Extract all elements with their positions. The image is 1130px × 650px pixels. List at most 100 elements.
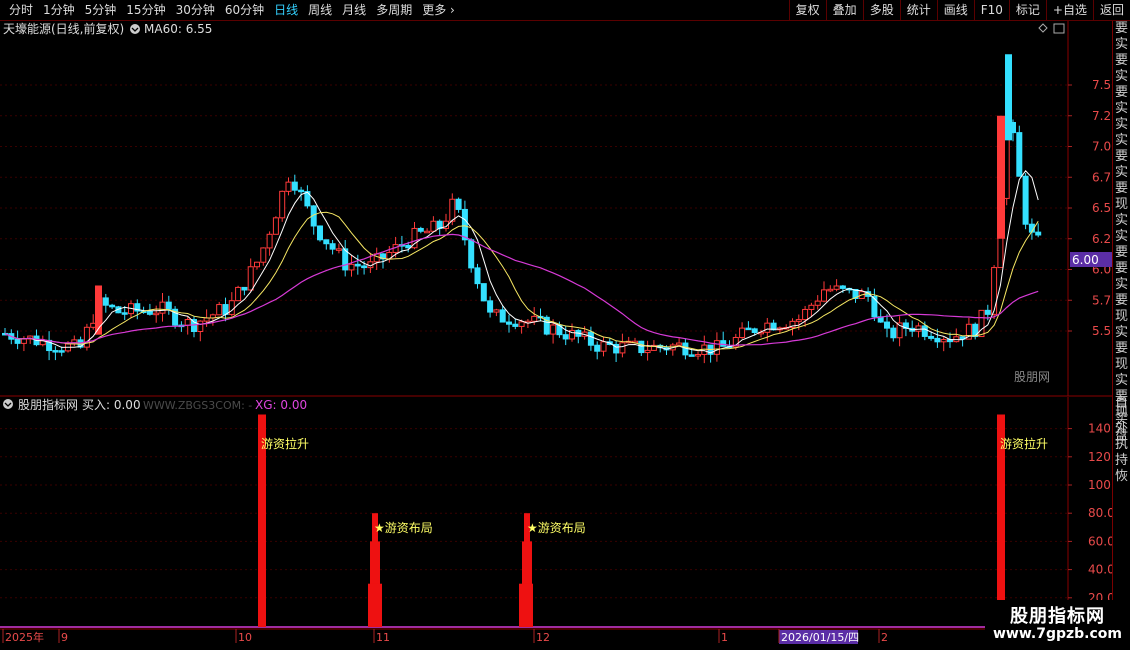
candle-body <box>461 208 468 241</box>
candle-body <box>550 324 557 335</box>
candle-body <box>228 300 235 315</box>
sub-tick: 40.00 <box>1088 563 1112 577</box>
sub-title: 股朋指标网 <box>18 397 78 412</box>
candle-body <box>619 342 626 354</box>
candle-body <box>279 190 286 219</box>
candle-body <box>468 239 475 269</box>
sub-tick: 120.0 <box>1088 450 1112 464</box>
signal-bars <box>258 414 1005 627</box>
toolbar-button[interactable]: 统计 <box>899 0 937 20</box>
candle-body <box>348 263 355 271</box>
candle-body <box>474 267 481 285</box>
candle-body <box>291 181 298 191</box>
period-toolbar: 分时 1分钟 5分钟 15分钟 30分钟 60分钟 日线 周线 月线 多周期 更多 › 复权 叠加 多股… <box>0 0 1130 21</box>
candle-body <box>739 327 746 338</box>
panel-controls <box>1038 23 1065 34</box>
period-tab[interactable]: 1分钟 <box>38 2 80 18</box>
xg-label: XG: 0.00 <box>255 398 307 412</box>
candle-body <box>298 189 305 193</box>
candle-body <box>254 261 260 268</box>
period-tab[interactable]: 月线 <box>337 2 371 18</box>
price-tick: 6.25 <box>1092 232 1112 246</box>
date-label: 12 <box>536 631 550 644</box>
toolbar-button[interactable]: +自选 <box>1045 0 1093 20</box>
candle-body <box>335 248 342 251</box>
toolbar-button[interactable]: 复权 <box>788 0 826 20</box>
candle-body <box>814 300 821 306</box>
candle-body <box>1022 175 1029 225</box>
candle-body <box>455 198 462 210</box>
kline-chart[interactable]: 7.50 7.25 7.00 6.75 6.50 6.25 6.00 5.75 5.50 天壕能… <box>0 21 1112 650</box>
candle-body <box>745 327 752 331</box>
date-axis: 2025年 9 10 11 12 1 2026/01/15/四 2 <box>0 628 1112 650</box>
candle-body <box>928 335 935 339</box>
sub-axis: 140.0120.0100.080.0060.0040.0020.00 <box>1068 422 1112 605</box>
diamond-icon[interactable] <box>1038 23 1048 33</box>
price-axis: 7.50 7.25 7.00 6.75 6.50 6.25 6.00 5.75 5.50 <box>1068 78 1112 338</box>
candle-body <box>285 181 292 192</box>
candle-body <box>323 239 330 245</box>
candle-body <box>695 354 701 357</box>
period-tab[interactable]: 分时 <box>4 2 38 18</box>
candle-body <box>241 286 248 291</box>
candle-body <box>266 233 273 249</box>
candle-body <box>764 322 771 333</box>
corner-watermark: 股朋指标网 www.7gpzb.com <box>985 600 1130 650</box>
period-tab[interactable]: 5分钟 <box>80 2 122 18</box>
period-tab[interactable]: 周线 <box>303 2 337 18</box>
candle-body <box>839 285 846 289</box>
toolbar-button[interactable]: 多股 <box>862 0 900 20</box>
candle-body <box>972 323 979 338</box>
candle-body <box>235 286 242 302</box>
candle-body <box>52 350 59 353</box>
toolbar-button[interactable]: 画线 <box>936 0 974 20</box>
toolbar-actions: 复权 叠加 多股 统计 画线 F10 标记 +自选 返回 <box>788 0 1130 20</box>
candle-body <box>95 285 102 335</box>
candle-body <box>808 304 815 310</box>
candle-body <box>499 309 506 323</box>
indicator-menu-icon[interactable] <box>130 24 140 34</box>
buy-label: 买入: 0.00 <box>82 398 141 412</box>
maximize-icon[interactable] <box>1053 23 1065 34</box>
candle-body <box>159 301 166 314</box>
candle-body <box>676 342 683 346</box>
candle-body <box>751 328 758 333</box>
candle-body <box>997 115 1005 239</box>
period-tab[interactable]: 30分钟 <box>171 2 220 18</box>
candle-body <box>720 340 727 347</box>
watermark-url: www.7gpzb.com <box>992 626 1122 642</box>
date-label: 1 <box>721 631 728 644</box>
toolbar-button[interactable]: 标记 <box>1008 0 1046 20</box>
signal-bar <box>368 583 382 627</box>
right-info-panel: 要实要实要实实实要实要现实实要要实要现实要现实要现外执持恢 自买盘 <box>1112 21 1130 631</box>
signal-label: ★游资布局 <box>374 521 433 535</box>
candle-body <box>121 312 128 315</box>
candle-body <box>921 325 928 337</box>
candle-body <box>1016 132 1023 177</box>
period-tab[interactable]: 60分钟 <box>220 2 269 18</box>
toolbar-button[interactable]: 叠加 <box>825 0 863 20</box>
price-tick: 6.75 <box>1092 170 1112 184</box>
toolbar-button[interactable]: 返回 <box>1092 0 1130 20</box>
candle-body <box>587 331 594 346</box>
candle-body <box>493 309 500 313</box>
candle-body <box>518 321 525 327</box>
candle-body <box>984 309 991 315</box>
ma60-label: MA60: 6.55 <box>144 22 212 36</box>
candle-body <box>512 323 519 327</box>
period-tab[interactable]: 15分钟 <box>121 2 170 18</box>
candle-body <box>260 247 267 263</box>
price-tick: 7.25 <box>1092 109 1112 123</box>
candle-body <box>562 334 569 340</box>
candle-body <box>424 230 431 234</box>
candle-body <box>430 220 437 232</box>
period-tab[interactable]: 多周期 <box>371 2 417 18</box>
sub-indicator-menu-icon[interactable] <box>3 399 13 409</box>
candle-body <box>184 319 191 326</box>
candle-body <box>272 217 279 235</box>
toolbar-button[interactable]: F10 <box>973 0 1009 20</box>
period-tab[interactable]: 更多 › <box>417 2 460 18</box>
candle-body <box>216 304 223 316</box>
candle-body <box>109 304 116 308</box>
period-tab[interactable]: 日线 <box>269 2 303 18</box>
